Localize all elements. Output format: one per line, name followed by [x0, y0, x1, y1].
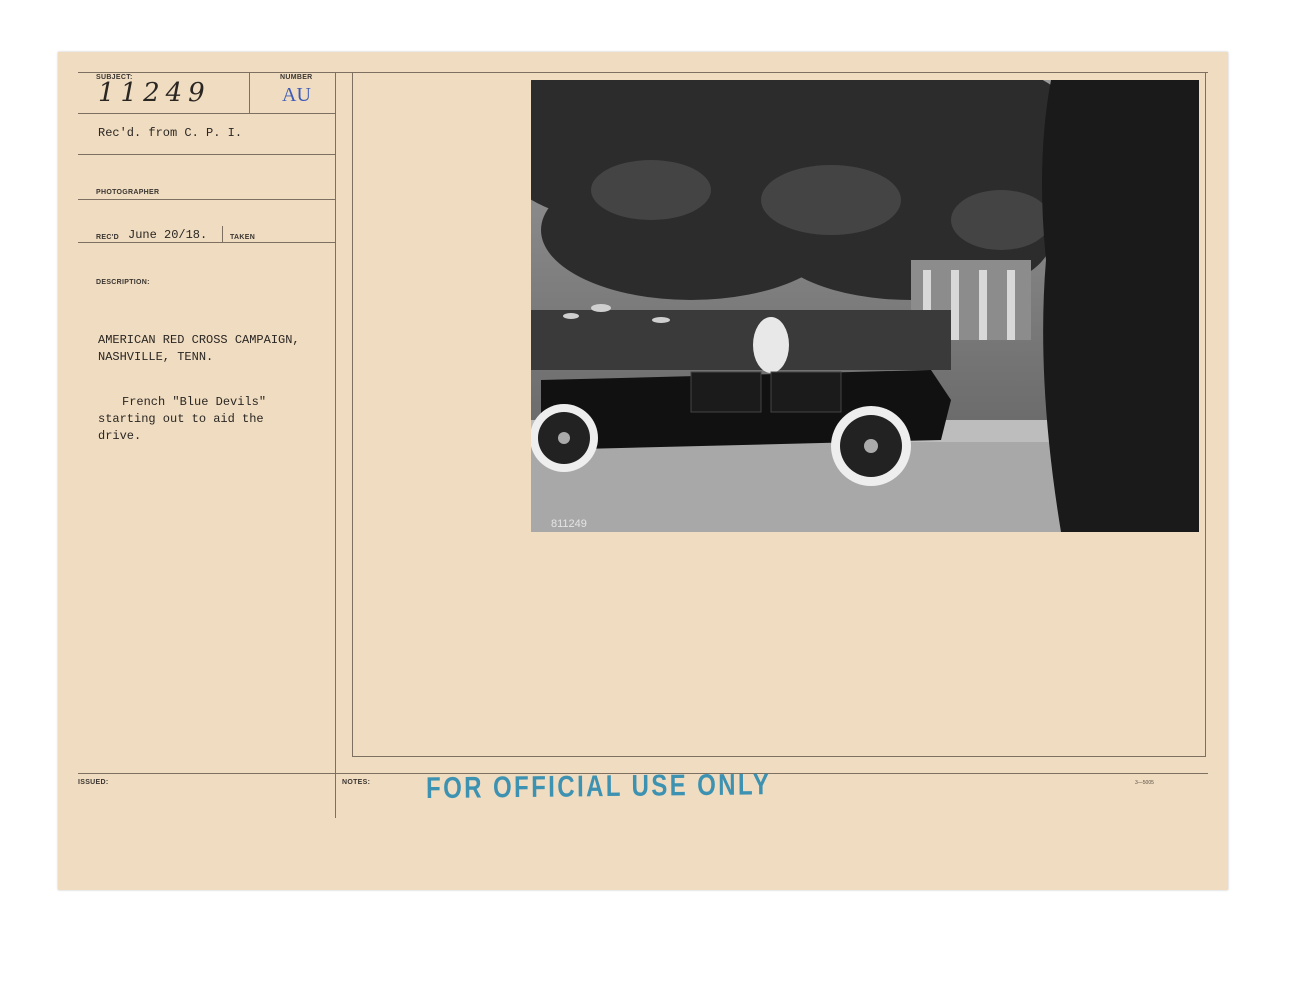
photographer-rule — [78, 199, 336, 200]
number-value: AU — [282, 84, 311, 106]
description-line-2: NASHVILLE, TENN. — [98, 350, 214, 364]
photo-area-right — [1205, 72, 1206, 757]
received-from: Rec'd. from C. P. I. — [98, 126, 243, 140]
official-use-stamp: FOR OFFICIAL USE ONLY — [426, 768, 772, 805]
taken-label: TAKEN — [230, 234, 256, 241]
caption-line-2: starting out to aid the — [98, 412, 264, 426]
photo-area-left — [352, 72, 353, 757]
issued-label: ISSUED: — [78, 779, 109, 786]
photograph: 811249 — [531, 80, 1199, 532]
notes-label: NOTES: — [342, 779, 371, 786]
subject-value: 11249 — [98, 78, 211, 108]
description-line-1: AMERICAN RED CROSS CAMPAIGN, — [98, 333, 300, 347]
recd-divider — [222, 226, 223, 243]
caption-line-1: French "Blue Devils" — [122, 395, 267, 409]
caption-line-3: drive. — [98, 429, 142, 443]
description-label: DESCRIPTION: — [96, 279, 150, 286]
photo-area-bottom — [352, 756, 1206, 757]
top-rule — [78, 72, 1208, 73]
number-label: NUMBER — [280, 74, 313, 81]
recd-date: June 20/18. — [128, 228, 208, 242]
received-rule — [78, 154, 336, 155]
recd-label: REC'D — [96, 234, 119, 241]
photograph-image: 811249 — [531, 80, 1199, 532]
photographer-label: PHOTOGRAPHER — [96, 189, 160, 196]
subject-divider — [249, 72, 250, 113]
recd-rule — [78, 242, 336, 243]
left-column-divider — [335, 72, 336, 818]
negative-number: 811249 — [551, 518, 587, 530]
subject-rule — [78, 113, 336, 114]
form-code: 3—5005 — [1135, 780, 1154, 786]
